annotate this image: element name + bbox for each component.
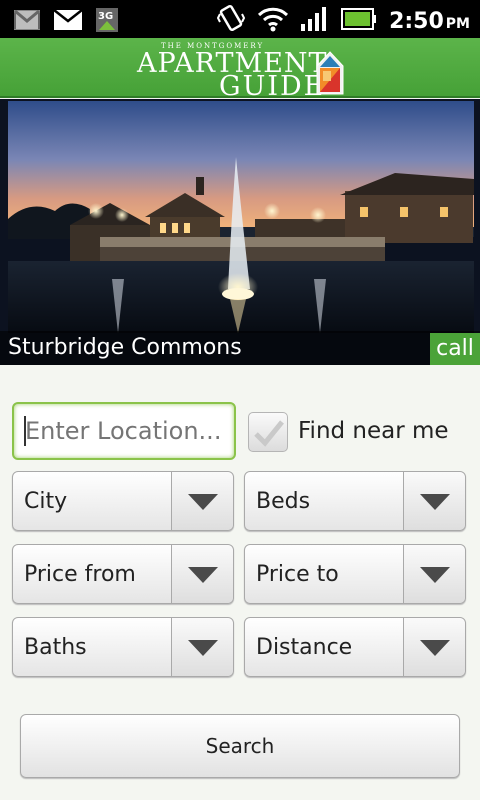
- house-logo-icon: [315, 50, 345, 100]
- city-select-label: City: [24, 489, 68, 514]
- 3g-icon: 3G: [96, 8, 118, 36]
- beds-dropdown-button[interactable]: [403, 472, 465, 530]
- clock-time: 2:50: [389, 8, 444, 34]
- call-button[interactable]: call: [430, 333, 480, 365]
- price-from-select[interactable]: Price from: [12, 544, 234, 604]
- price-from-dropdown-button[interactable]: [171, 545, 233, 603]
- find-near-me-checkbox[interactable]: [248, 412, 288, 452]
- search-button[interactable]: Search: [20, 714, 460, 778]
- featured-property-photo[interactable]: Sturbridge Commons: [0, 99, 480, 365]
- location-input[interactable]: [12, 402, 236, 460]
- price-to-dropdown-button[interactable]: [403, 545, 465, 603]
- notification-icons: 3G: [14, 8, 118, 36]
- distance-dropdown-button[interactable]: [403, 618, 465, 676]
- find-near-me-label[interactable]: Find near me: [298, 418, 449, 444]
- wifi-icon: [257, 6, 289, 36]
- 3g-label: 3G: [98, 11, 113, 22]
- property-photo-image: [0, 99, 480, 365]
- price-from-select-label: Price from: [24, 562, 136, 587]
- vibrate-icon: [216, 4, 246, 38]
- system-indicators: 2:50 PM: [216, 4, 470, 38]
- clock: 2:50 PM: [389, 9, 470, 34]
- chevron-down-icon: [420, 494, 450, 510]
- chevron-down-icon: [188, 567, 218, 583]
- clock-ampm: PM: [445, 15, 470, 32]
- price-to-select[interactable]: Price to: [244, 544, 466, 604]
- distance-select[interactable]: Distance: [244, 617, 466, 677]
- chevron-down-icon: [188, 494, 218, 510]
- text-cursor: [24, 416, 26, 446]
- status-bar: 3G 2:50 PM: [0, 0, 480, 38]
- signal-icon: [301, 7, 329, 35]
- chevron-down-icon: [420, 567, 450, 583]
- chevron-down-icon: [188, 640, 218, 656]
- apartment-guide-logo: THE MONTGOMERY APARTMENT GUIDE: [137, 42, 347, 102]
- gmail-icon: [14, 9, 40, 34]
- email-icon: [53, 9, 83, 34]
- featured-property-name[interactable]: Sturbridge Commons: [8, 335, 242, 360]
- baths-select-label: Baths: [24, 635, 87, 660]
- chevron-down-icon: [420, 640, 450, 656]
- battery-icon: [341, 8, 377, 34]
- city-dropdown-button[interactable]: [171, 472, 233, 530]
- checkmark-icon: [254, 420, 284, 447]
- city-select[interactable]: City: [12, 471, 234, 531]
- baths-select[interactable]: Baths: [12, 617, 234, 677]
- app-header: THE MONTGOMERY APARTMENT GUIDE: [0, 38, 480, 102]
- distance-select-label: Distance: [256, 635, 353, 660]
- beds-select-label: Beds: [256, 489, 311, 514]
- beds-select[interactable]: Beds: [244, 471, 466, 531]
- logo-line-2: GUIDE: [219, 71, 326, 102]
- baths-dropdown-button[interactable]: [171, 618, 233, 676]
- price-to-select-label: Price to: [256, 562, 339, 587]
